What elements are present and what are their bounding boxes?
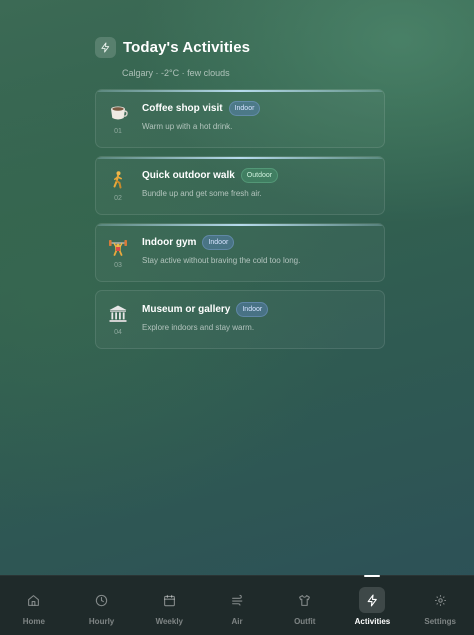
- weightlifter-icon: [108, 237, 128, 257]
- activity-title: Museum or gallery: [142, 304, 231, 315]
- tab-home[interactable]: Home: [0, 576, 68, 635]
- walking-person-icon: [108, 170, 128, 190]
- tab-weekly[interactable]: Weekly: [135, 576, 203, 635]
- outdoor-badge: Outdoor: [240, 168, 279, 183]
- activity-description: Explore indoors and stay warm.: [142, 323, 255, 332]
- bottom-tab-bar: Home Hourly Weekly Air Outfit Activities…: [0, 575, 474, 635]
- activity-description: Stay active without braving the cold too…: [142, 256, 301, 265]
- app-screen: Today's Activities Calgary · -2°C · few …: [0, 0, 474, 635]
- bolt-icon: [95, 37, 116, 58]
- indoor-badge: Indoor: [202, 235, 235, 250]
- activity-title: Indoor gym: [142, 237, 197, 248]
- tab-activities[interactable]: Activities: [339, 575, 407, 635]
- indoor-badge: Indoor: [228, 101, 261, 116]
- tab-hourly[interactable]: Hourly: [68, 576, 136, 635]
- activity-number: 04: [114, 329, 122, 336]
- coffee-cup-icon: [108, 103, 128, 123]
- shirt-icon: [292, 587, 318, 613]
- museum-icon: [108, 304, 128, 324]
- activity-description: Warm up with a hot drink.: [142, 122, 233, 131]
- location-weather-subtitle: Calgary · -2°C · few clouds: [122, 68, 230, 78]
- tab-air[interactable]: Air: [203, 576, 271, 635]
- calendar-icon: [156, 587, 182, 613]
- page-header: Today's Activities Calgary · -2°C · few …: [95, 37, 385, 78]
- tab-label: Settings: [424, 617, 456, 626]
- bolt-icon: [359, 587, 386, 613]
- wind-icon: [224, 587, 250, 613]
- tab-label: Hourly: [88, 617, 115, 626]
- active-tab-indicator: [364, 575, 381, 577]
- gear-icon: [427, 587, 453, 613]
- activity-title: Coffee shop visit: [142, 103, 223, 114]
- tab-settings[interactable]: Settings: [406, 576, 474, 635]
- activity-card[interactable]: 01 Coffee shop visit Indoor Warm up with…: [95, 89, 385, 148]
- tab-outfit[interactable]: Outfit: [271, 576, 339, 635]
- activity-number: 03: [114, 262, 122, 269]
- activity-card[interactable]: 02 Quick outdoor walk Outdoor Bundle up …: [95, 156, 385, 215]
- activity-card[interactable]: 03 Indoor gym Indoor Stay active without…: [95, 223, 385, 282]
- home-icon: [21, 587, 47, 613]
- activity-list: 01 Coffee shop visit Indoor Warm up with…: [95, 89, 385, 357]
- tab-label: Outfit: [294, 617, 316, 626]
- activity-description: Bundle up and get some fresh air.: [142, 189, 262, 198]
- tab-label: Home: [22, 617, 45, 626]
- activity-number: 02: [114, 195, 122, 202]
- activity-number: 01: [114, 128, 122, 135]
- indoor-badge: Indoor: [236, 302, 269, 317]
- page-title: Today's Activities: [123, 39, 251, 56]
- tab-label: Activities: [354, 617, 391, 626]
- tab-label: Air: [231, 617, 243, 626]
- clock-icon: [89, 587, 115, 613]
- activity-card[interactable]: 04 Museum or gallery Indoor Explore indo…: [95, 290, 385, 349]
- tab-label: Weekly: [155, 617, 184, 626]
- activity-title: Quick outdoor walk: [142, 170, 235, 181]
